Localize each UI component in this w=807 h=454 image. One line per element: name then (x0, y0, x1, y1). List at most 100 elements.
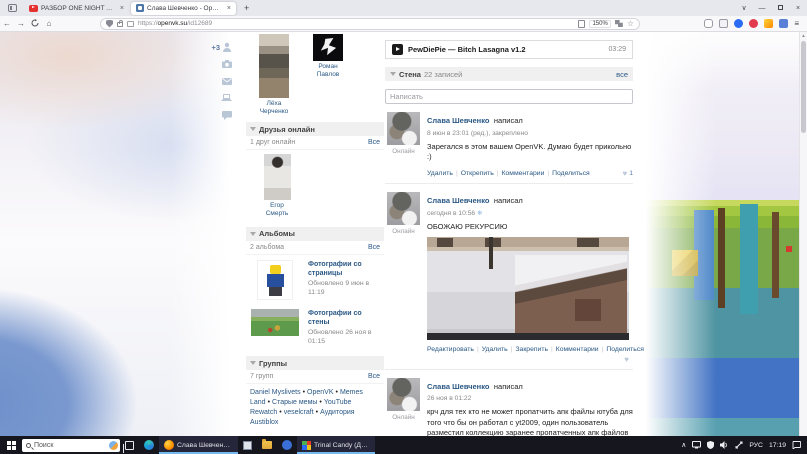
tab-close-icon[interactable]: × (118, 5, 124, 12)
post-author-link[interactable]: Слава Шевченко (427, 116, 489, 125)
post-author-link[interactable]: Слава Шевченко (427, 196, 489, 205)
reload-button[interactable] (28, 19, 42, 29)
group-link[interactable]: OpenVK (307, 389, 333, 396)
friends-online-all-link[interactable]: Все (368, 139, 380, 146)
group-link[interactable]: veselcraft (284, 409, 314, 416)
post-action-pin[interactable]: Закрепить (515, 346, 548, 353)
post-action-share[interactable]: Поделиться (552, 170, 590, 177)
friend-photo[interactable] (259, 34, 289, 98)
post-date[interactable]: 26 ноя в 01:22 (427, 395, 633, 402)
trinal-candy-taskbar-button[interactable]: Trinal Candy (Доступ... (297, 436, 375, 454)
extension-icon[interactable] (779, 19, 788, 28)
tab-openvk-active[interactable]: Слава Шевченко - OpenVK × (131, 2, 236, 15)
post-action-share[interactable]: Поделиться (606, 346, 644, 353)
taskbar-search[interactable]: Поиск (22, 439, 120, 452)
avatar[interactable] (387, 192, 420, 225)
friend-name[interactable]: Лёха Черченко (252, 100, 296, 116)
friend-name[interactable]: Егор Смерть (254, 202, 300, 218)
nav-news[interactable] (221, 93, 232, 103)
album-title[interactable]: Фотографии со страницы (308, 260, 382, 278)
tab-youtube[interactable]: РАЗБОР ONE NIGHT AT FLUM × (24, 2, 129, 15)
nav-friends[interactable]: +3 (211, 42, 232, 52)
play-button[interactable] (392, 44, 403, 55)
edge-taskbar-button[interactable] (139, 436, 159, 454)
extension-icon[interactable] (719, 19, 728, 28)
display-icon[interactable] (692, 441, 701, 449)
group-link[interactable]: Старые мемы (272, 399, 317, 406)
audio-title[interactable]: PewDiePie — Bitch Lasagna v1.2 (408, 45, 603, 54)
address-bar[interactable]: https://openvk.su/id12689 150% ☆ (100, 18, 640, 30)
maximize-button[interactable] (771, 5, 789, 12)
tab-close-icon[interactable]: × (225, 5, 231, 12)
post-action-unpin[interactable]: Открепить (461, 170, 494, 177)
home-button[interactable]: ⌂ (42, 19, 56, 28)
groups-header[interactable]: Группы (246, 356, 384, 370)
album-thumbnail[interactable] (257, 260, 293, 300)
file-explorer-button[interactable] (257, 436, 277, 454)
bookmark-star-icon[interactable]: ☆ (627, 19, 634, 28)
app-taskbar-button[interactable] (277, 436, 297, 454)
permissions-icon[interactable] (127, 21, 134, 27)
albums-header[interactable]: Альбомы (246, 227, 384, 241)
lock-icon[interactable] (117, 22, 123, 27)
compose-input[interactable] (385, 89, 633, 104)
post-action-delete[interactable]: Удалить (427, 170, 453, 177)
action-center-icon[interactable] (792, 441, 801, 449)
friend-name[interactable]: Роман Павлов (306, 63, 350, 79)
connection-icon[interactable] (735, 441, 743, 449)
start-button[interactable] (0, 441, 22, 450)
scrollbar-thumb[interactable] (801, 41, 806, 133)
post-action-delete[interactable]: Удалить (482, 346, 508, 353)
group-link[interactable]: Daniel Myslivets (250, 389, 301, 396)
post-action-comments[interactable]: Комментарии (556, 346, 599, 353)
avatar[interactable] (387, 378, 420, 411)
album-title[interactable]: Фотографии со стены (308, 309, 382, 327)
groups-all-link[interactable]: Все (368, 373, 380, 380)
wall-all-link[interactable]: все (616, 70, 628, 79)
nav-messages[interactable] (222, 76, 232, 86)
post-photo[interactable] (427, 237, 629, 340)
translate-icon[interactable] (615, 20, 623, 27)
friend-card[interactable]: Лёха Черченко (252, 34, 296, 116)
close-button[interactable]: × (789, 5, 807, 12)
firefox-view-icon[interactable] (8, 4, 17, 12)
pocket-icon[interactable] (704, 19, 713, 28)
album-row[interactable]: Фотографии со стены Обновлено 26 ноя в 0… (246, 304, 384, 351)
post-date[interactable]: сегодня в 10:56 ❄ (427, 209, 633, 217)
friend-photo[interactable] (264, 154, 291, 200)
back-button[interactable]: ← (0, 19, 14, 28)
task-view-button[interactable] (120, 436, 139, 454)
new-tab-button[interactable]: + (238, 3, 255, 13)
speaker-icon[interactable] (720, 441, 729, 449)
friend-card[interactable]: Роман Павлов (306, 34, 350, 79)
defender-shield-icon[interactable] (707, 441, 714, 449)
list-all-tabs-icon[interactable]: ∨ (735, 4, 753, 12)
forward-button[interactable]: → (14, 19, 28, 28)
like-button[interactable]: ♥ 1 (622, 169, 633, 178)
app-menu-icon[interactable]: ≡ (794, 19, 799, 28)
albums-all-link[interactable]: Все (368, 244, 380, 251)
friends-online-header[interactable]: Друзья онлайн (246, 122, 384, 136)
nav-comments[interactable] (222, 110, 232, 120)
post-action-comments[interactable]: Комментарии (502, 170, 545, 177)
album-thumbnail[interactable] (251, 309, 299, 336)
scroll-up-arrow[interactable]: ▲ (800, 32, 807, 40)
hidden-icons-chevron[interactable]: ∧ (681, 441, 686, 449)
nav-photos[interactable] (222, 59, 232, 69)
friend-photo[interactable] (313, 34, 343, 61)
post-action-edit[interactable]: Редактировать (427, 346, 474, 353)
clock[interactable]: 17:19 (769, 442, 786, 449)
tracking-shield-icon[interactable] (106, 20, 113, 28)
app-taskbar-button[interactable] (238, 436, 257, 454)
album-row[interactable]: Фотографии со страницы Обновлено 9 июн в… (246, 255, 384, 304)
post-author-link[interactable]: Слава Шевченко (427, 382, 489, 391)
like-button[interactable]: ♥ (624, 355, 629, 364)
firefox-taskbar-button[interactable]: Слава Шевченко - О... (159, 436, 238, 454)
extension-icon[interactable] (764, 19, 773, 28)
extension-icon[interactable] (734, 19, 743, 28)
post-date[interactable]: 8 июн в 23:01 (ред.), закреплено (427, 130, 633, 137)
adblock-icon[interactable] (749, 19, 758, 28)
reader-mode-icon[interactable] (578, 20, 585, 28)
keyboard-language[interactable]: РУС (749, 442, 763, 449)
scrollbar[interactable]: ▲ (799, 32, 807, 436)
